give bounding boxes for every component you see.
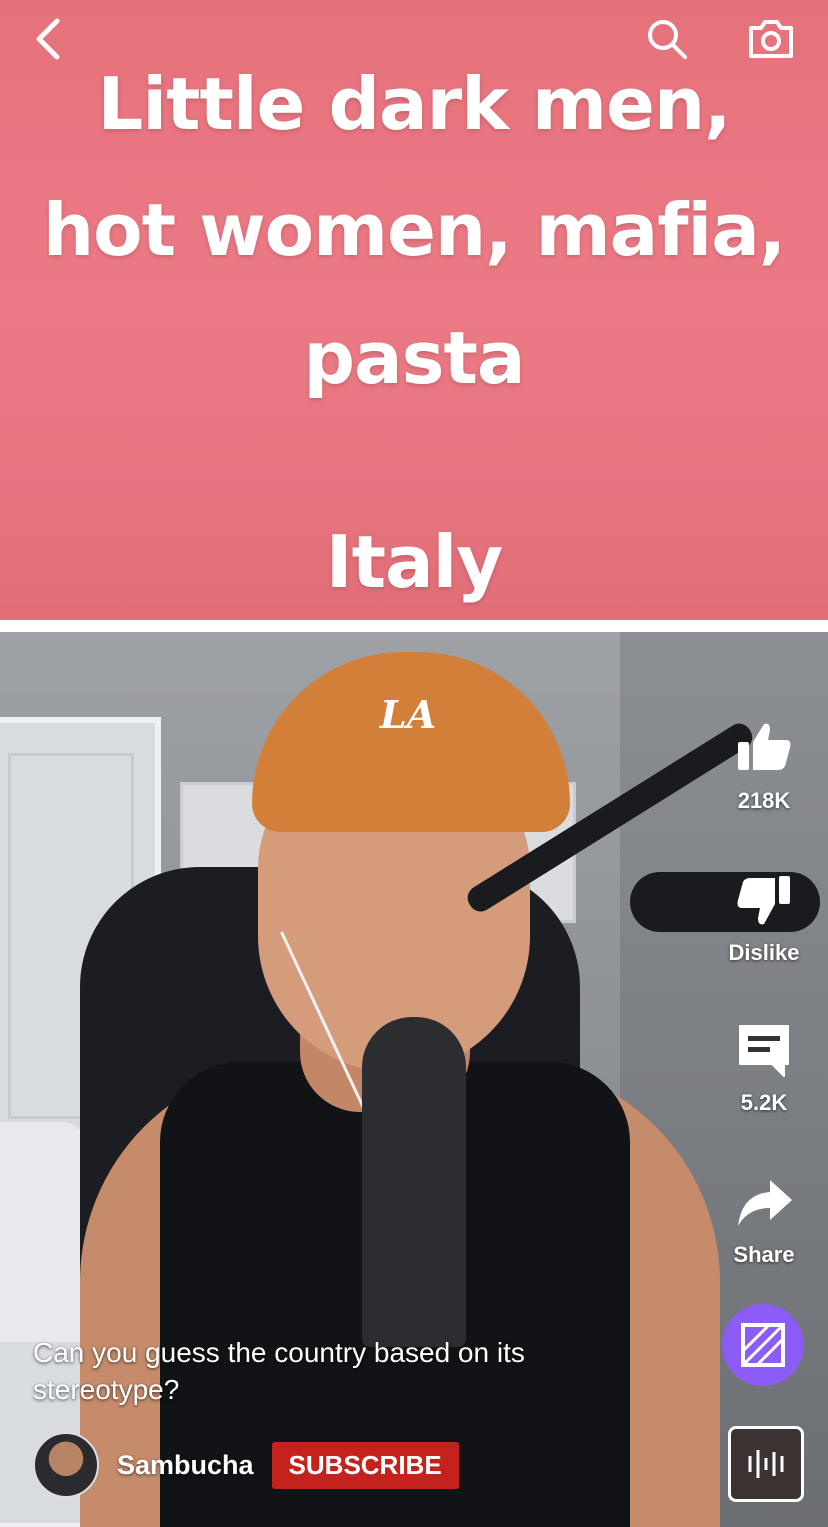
microphone	[362, 1017, 466, 1347]
subscribe-button[interactable]: SUBSCRIBE	[271, 1441, 459, 1489]
title-card: Little dark men, hot women, mafia, pasta…	[0, 0, 828, 620]
sound-thumbnail-button[interactable]	[728, 1426, 804, 1502]
camera-icon	[749, 20, 793, 58]
answer-text: Italy	[325, 520, 503, 604]
video-caption[interactable]: Can you guess the country based on its s…	[33, 1334, 653, 1408]
like-button[interactable]: 218K	[714, 718, 814, 814]
share-label: Share	[733, 1242, 795, 1267]
thumbs-down-icon	[737, 876, 790, 925]
comment-button[interactable]: 5.2K	[714, 1020, 814, 1116]
chevron-left-icon	[36, 18, 60, 60]
comment-icon	[739, 1025, 789, 1077]
channel-avatar[interactable]	[33, 1432, 99, 1498]
camera-button[interactable]	[746, 14, 796, 64]
title-line-3: pasta	[303, 316, 526, 400]
comment-count: 5.2K	[740, 1090, 788, 1115]
search-button[interactable]	[642, 14, 692, 64]
cap-logo: LA	[380, 692, 437, 737]
shorts-screen: Little dark men, hot women, mafia, pasta…	[0, 0, 828, 1527]
dislike-button[interactable]: Dislike	[714, 870, 814, 966]
title-line-1: Little dark men,	[97, 62, 731, 146]
divider	[0, 620, 828, 632]
like-count: 218K	[737, 788, 791, 813]
channel-row: Sambucha SUBSCRIBE	[33, 1432, 459, 1498]
dislike-label: Dislike	[728, 940, 800, 965]
share-button[interactable]: Share	[714, 1172, 814, 1268]
back-button[interactable]	[24, 14, 74, 64]
channel-name[interactable]: Sambucha	[117, 1450, 254, 1481]
thumbs-up-icon	[738, 723, 791, 770]
remix-button[interactable]	[722, 1304, 804, 1386]
audio-wave-icon	[748, 1450, 784, 1478]
search-icon	[648, 20, 687, 59]
remix-icon	[741, 1323, 785, 1367]
title-line-2: hot women, mafia,	[42, 188, 786, 272]
share-arrow-icon	[738, 1180, 792, 1226]
bed	[0, 1122, 90, 1342]
